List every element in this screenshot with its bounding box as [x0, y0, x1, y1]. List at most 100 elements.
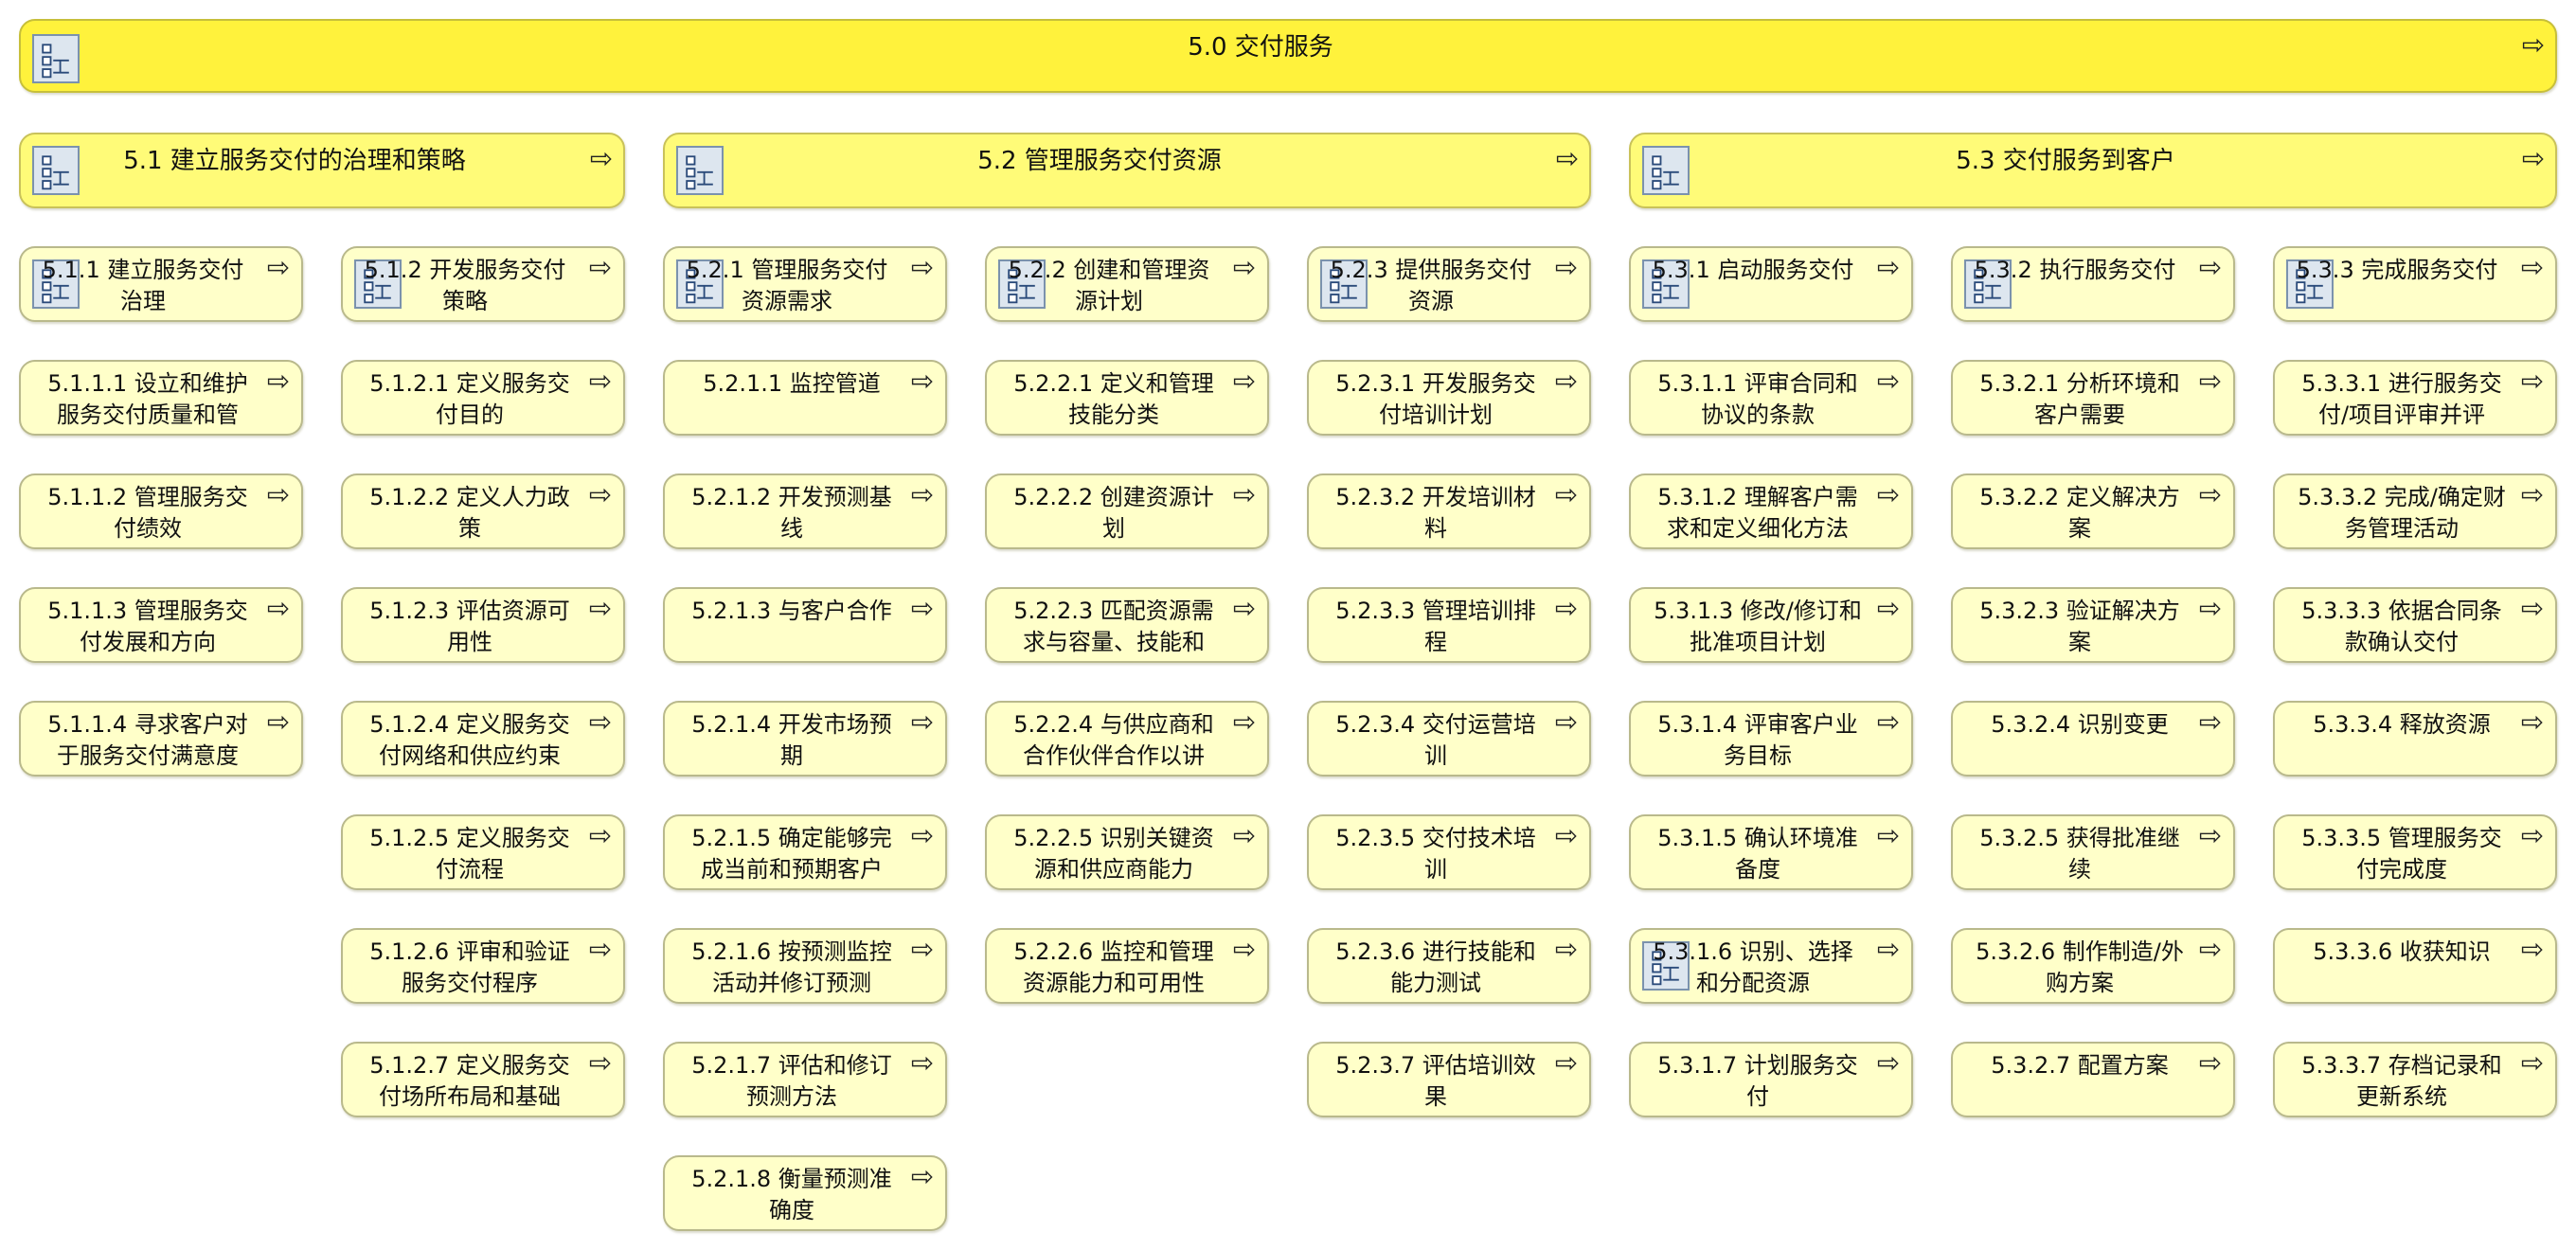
process-activity[interactable]: 5.3.2.3 验证解决方案 ⇨ [1951, 587, 2235, 663]
process-activity[interactable]: 5.3.1.3 修改/修订和批准项目计划 ⇨ [1629, 587, 1913, 663]
process-activity[interactable]: 5.3.2.7 配置方案 ⇨ [1951, 1042, 2235, 1117]
process-level2[interactable]: 5.3.3 完成服务交付 ⇨ [2273, 246, 2557, 322]
drill-down-arrow-icon[interactable]: ⇨ [1228, 705, 1261, 738]
process-level1[interactable]: 5.1 建立服务交付的治理和策略 ⇨ [19, 133, 625, 208]
drill-down-arrow-icon[interactable]: ⇨ [2194, 1046, 2227, 1079]
drill-down-arrow-icon[interactable]: ⇨ [2516, 705, 2549, 738]
process-activity[interactable]: 5.2.2.3 匹配资源需求与容量、技能和 ⇨ [985, 587, 1269, 663]
drill-down-arrow-icon[interactable]: ⇨ [1228, 592, 1261, 624]
drill-down-arrow-icon[interactable]: ⇨ [906, 1046, 939, 1079]
drill-down-arrow-icon[interactable]: ⇨ [1872, 933, 1905, 965]
process-activity[interactable]: 5.1.1.3 管理服务交付发展和方向 ⇨ [19, 587, 303, 663]
drill-down-arrow-icon[interactable]: ⇨ [584, 705, 617, 738]
process-activity[interactable]: 5.2.2.2 创建资源计划 ⇨ [985, 473, 1269, 549]
process-activity[interactable]: 5.2.2.6 监控和管理资源能力和可用性 ⇨ [985, 928, 1269, 1004]
drill-down-arrow-icon[interactable]: ⇨ [906, 365, 939, 397]
drill-down-arrow-icon[interactable]: ⇨ [2516, 1046, 2549, 1079]
process-activity[interactable]: 5.2.3.5 交付技术培训 ⇨ [1307, 814, 1591, 890]
process-level2[interactable]: 5.2.2 创建和管理资源计划 ⇨ [985, 246, 1269, 322]
drill-down-arrow-icon[interactable]: ⇨ [1550, 251, 1583, 283]
drill-down-arrow-icon[interactable]: ⇨ [2517, 142, 2549, 174]
drill-down-arrow-icon[interactable]: ⇨ [1872, 1046, 1905, 1079]
drill-down-arrow-icon[interactable]: ⇨ [262, 592, 295, 624]
drill-down-arrow-icon[interactable]: ⇨ [1872, 592, 1905, 624]
drill-down-arrow-icon[interactable]: ⇨ [2516, 478, 2549, 510]
drill-down-arrow-icon[interactable]: ⇨ [584, 365, 617, 397]
process-level1[interactable]: 5.2 管理服务交付资源 ⇨ [663, 133, 1591, 208]
process-activity[interactable]: 5.2.3.4 交付运营培训 ⇨ [1307, 701, 1591, 777]
process-activity[interactable]: 5.1.2.3 评估资源可用性 ⇨ [341, 587, 625, 663]
drill-down-arrow-icon[interactable]: ⇨ [262, 705, 295, 738]
drill-down-arrow-icon[interactable]: ⇨ [1550, 933, 1583, 965]
drill-down-arrow-icon[interactable]: ⇨ [2516, 819, 2549, 851]
process-activity[interactable]: 5.3.1.1 评审合同和协议的条款 ⇨ [1629, 360, 1913, 436]
process-activity[interactable]: 5.1.2.7 定义服务交付场所布局和基础 ⇨ [341, 1042, 625, 1117]
drill-down-arrow-icon[interactable]: ⇨ [262, 478, 295, 510]
process-activity[interactable]: 5.2.1.8 衡量预测准确度 ⇨ [663, 1155, 947, 1231]
process-activity[interactable]: 5.3.3.2 完成/确定财务管理活动 ⇨ [2273, 473, 2557, 549]
drill-down-arrow-icon[interactable]: ⇨ [906, 251, 939, 283]
drill-down-arrow-icon[interactable]: ⇨ [1228, 365, 1261, 397]
drill-down-arrow-icon[interactable]: ⇨ [1228, 819, 1261, 851]
process-activity[interactable]: 5.2.2.1 定义和管理技能分类 ⇨ [985, 360, 1269, 436]
process-activity[interactable]: 5.2.1.5 确定能够完成当前和预期客户 ⇨ [663, 814, 947, 890]
drill-down-arrow-icon[interactable]: ⇨ [2194, 478, 2227, 510]
process-level2[interactable]: 5.2.1 管理服务交付资源需求 ⇨ [663, 246, 947, 322]
process-activity[interactable]: 5.1.1.1 设立和维护服务交付质量和管 ⇨ [19, 360, 303, 436]
drill-down-arrow-icon[interactable]: ⇨ [2516, 933, 2549, 965]
drill-down-arrow-icon[interactable]: ⇨ [906, 705, 939, 738]
process-activity[interactable]: 5.3.3.5 管理服务交付完成度 ⇨ [2273, 814, 2557, 890]
drill-down-arrow-icon[interactable]: ⇨ [1228, 251, 1261, 283]
process-root[interactable]: 5.0 交付服务 ⇨ [19, 19, 2557, 93]
drill-down-arrow-icon[interactable]: ⇨ [585, 142, 617, 174]
process-level1[interactable]: 5.3 交付服务到客户 ⇨ [1629, 133, 2557, 208]
process-activity[interactable]: 5.3.3.6 收获知识 ⇨ [2273, 928, 2557, 1004]
drill-down-arrow-icon[interactable]: ⇨ [1228, 478, 1261, 510]
drill-down-arrow-icon[interactable]: ⇨ [1872, 478, 1905, 510]
drill-down-arrow-icon[interactable]: ⇨ [2516, 592, 2549, 624]
process-activity[interactable]: 5.2.1.2 开发预测基线 ⇨ [663, 473, 947, 549]
drill-down-arrow-icon[interactable]: ⇨ [1228, 933, 1261, 965]
drill-down-arrow-icon[interactable]: ⇨ [262, 251, 295, 283]
process-activity[interactable]: 5.3.1.2 理解客户需求和定义细化方法 ⇨ [1629, 473, 1913, 549]
drill-down-arrow-icon[interactable]: ⇨ [906, 933, 939, 965]
drill-down-arrow-icon[interactable]: ⇨ [1550, 819, 1583, 851]
drill-down-arrow-icon[interactable]: ⇨ [2194, 819, 2227, 851]
process-activity[interactable]: 5.3.1.5 确认环境准备度 ⇨ [1629, 814, 1913, 890]
drill-down-arrow-icon[interactable]: ⇨ [1550, 478, 1583, 510]
process-activity[interactable]: 5.2.2.4 与供应商和合作伙伴合作以讲 ⇨ [985, 701, 1269, 777]
process-activity[interactable]: 5.3.1.6 识别、选择和分配资源 ⇨ [1629, 928, 1913, 1004]
drill-down-arrow-icon[interactable]: ⇨ [584, 251, 617, 283]
process-activity[interactable]: 5.3.1.4 评审客户业务目标 ⇨ [1629, 701, 1913, 777]
process-activity[interactable]: 5.3.2.2 定义解决方案 ⇨ [1951, 473, 2235, 549]
process-activity[interactable]: 5.3.3.3 依据合同条款确认交付 ⇨ [2273, 587, 2557, 663]
drill-down-arrow-icon[interactable]: ⇨ [906, 478, 939, 510]
drill-down-arrow-icon[interactable]: ⇨ [1551, 142, 1583, 174]
process-level2[interactable]: 5.1.1 建立服务交付治理 ⇨ [19, 246, 303, 322]
drill-down-arrow-icon[interactable]: ⇨ [906, 819, 939, 851]
process-activity[interactable]: 5.3.3.1 进行服务交付/项目评审并评 ⇨ [2273, 360, 2557, 436]
drill-down-arrow-icon[interactable]: ⇨ [2194, 705, 2227, 738]
process-activity[interactable]: 5.2.1.3 与客户合作 ⇨ [663, 587, 947, 663]
process-activity[interactable]: 5.1.1.2 管理服务交付绩效 ⇨ [19, 473, 303, 549]
process-activity[interactable]: 5.1.2.6 评审和验证服务交付程序 ⇨ [341, 928, 625, 1004]
drill-down-arrow-icon[interactable]: ⇨ [584, 1046, 617, 1079]
drill-down-arrow-icon[interactable]: ⇨ [2194, 251, 2227, 283]
process-activity[interactable]: 5.2.1.6 按预测监控活动并修订预测 ⇨ [663, 928, 947, 1004]
drill-down-arrow-icon[interactable]: ⇨ [1872, 705, 1905, 738]
process-activity[interactable]: 5.2.3.1 开发服务交付培训计划 ⇨ [1307, 360, 1591, 436]
process-activity[interactable]: 5.2.3.6 进行技能和能力测试 ⇨ [1307, 928, 1591, 1004]
process-level2[interactable]: 5.3.2 执行服务交付 ⇨ [1951, 246, 2235, 322]
process-level2[interactable]: 5.1.2 开发服务交付策略 ⇨ [341, 246, 625, 322]
process-activity[interactable]: 5.3.2.4 识别变更 ⇨ [1951, 701, 2235, 777]
drill-down-arrow-icon[interactable]: ⇨ [2194, 592, 2227, 624]
process-activity[interactable]: 5.2.1.7 评估和修订预测方法 ⇨ [663, 1042, 947, 1117]
drill-down-arrow-icon[interactable]: ⇨ [2516, 251, 2549, 283]
process-activity[interactable]: 5.2.2.5 识别关键资源和供应商能力 ⇨ [985, 814, 1269, 890]
drill-down-arrow-icon[interactable]: ⇨ [584, 933, 617, 965]
drill-down-arrow-icon[interactable]: ⇨ [1872, 819, 1905, 851]
drill-down-arrow-icon[interactable]: ⇨ [584, 592, 617, 624]
process-activity[interactable]: 5.3.2.5 获得批准继续 ⇨ [1951, 814, 2235, 890]
drill-down-arrow-icon[interactable]: ⇨ [1872, 251, 1905, 283]
drill-down-arrow-icon[interactable]: ⇨ [1872, 365, 1905, 397]
